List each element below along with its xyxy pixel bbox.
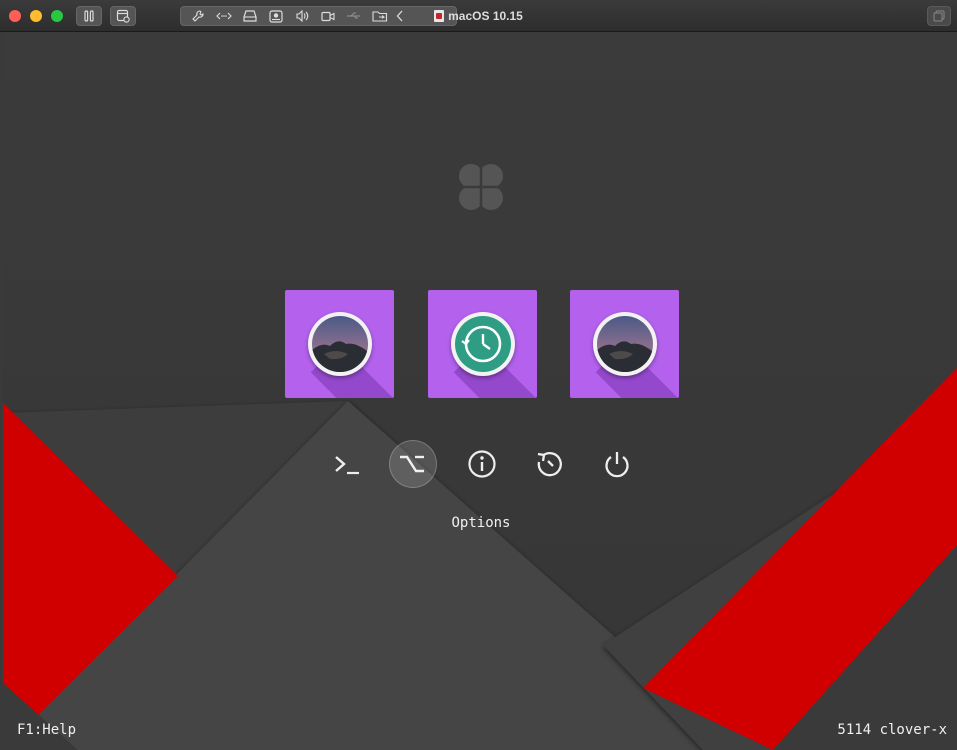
boot-entry-time-machine[interactable]	[428, 290, 537, 398]
shared-folder-icon[interactable]	[367, 7, 393, 25]
selected-tool-label: Options	[451, 515, 511, 531]
version-label: 5114 clover-x	[837, 722, 947, 738]
sound-icon[interactable]	[289, 7, 315, 25]
shell-button[interactable]	[324, 440, 372, 488]
shutdown-button[interactable]	[593, 440, 641, 488]
network-icon[interactable]	[211, 7, 237, 25]
maximize-window-button[interactable]	[51, 10, 63, 22]
options-icon	[400, 455, 424, 473]
time-machine-icon	[455, 316, 511, 372]
about-button[interactable]	[458, 440, 506, 488]
boot-entry-macos-catalina[interactable]	[285, 290, 394, 398]
fullscreen-icon	[933, 10, 945, 22]
shell-icon	[335, 456, 359, 475]
help-hint: F1:Help	[17, 722, 77, 738]
pause-icon	[84, 10, 94, 22]
about-icon	[468, 450, 496, 478]
window-title-text: macOS 10.15	[448, 9, 523, 23]
options-button[interactable]	[389, 440, 437, 488]
reset-icon	[537, 452, 562, 477]
window-title: macOS 10.15	[0, 0, 957, 32]
snapshot-icon	[116, 9, 130, 23]
window-titlebar: macOS 10.15	[0, 0, 957, 32]
snapshot-button[interactable]	[110, 6, 136, 26]
boot-entry-macos-catalina-2[interactable]	[570, 290, 679, 398]
collapse-chevron-icon[interactable]	[393, 7, 407, 25]
catalina-icon	[597, 316, 653, 372]
wrench-icon[interactable]	[185, 7, 211, 25]
usb-icon[interactable]	[341, 7, 367, 25]
vm-screen[interactable]: Options F1:Help 5114 clover-x	[3, 33, 957, 750]
disk-icon[interactable]	[237, 7, 263, 25]
reset-button[interactable]	[525, 440, 573, 488]
close-window-button[interactable]	[9, 10, 21, 22]
device-toolbar	[180, 6, 457, 26]
clover-logo-icon	[457, 162, 505, 214]
fullscreen-button[interactable]	[927, 6, 951, 26]
minimize-window-button[interactable]	[30, 10, 42, 22]
camera-icon[interactable]	[315, 7, 341, 25]
pause-vm-button[interactable]	[76, 6, 102, 26]
catalina-icon	[312, 316, 368, 372]
cd-icon[interactable]	[263, 7, 289, 25]
shutdown-icon	[605, 452, 629, 478]
